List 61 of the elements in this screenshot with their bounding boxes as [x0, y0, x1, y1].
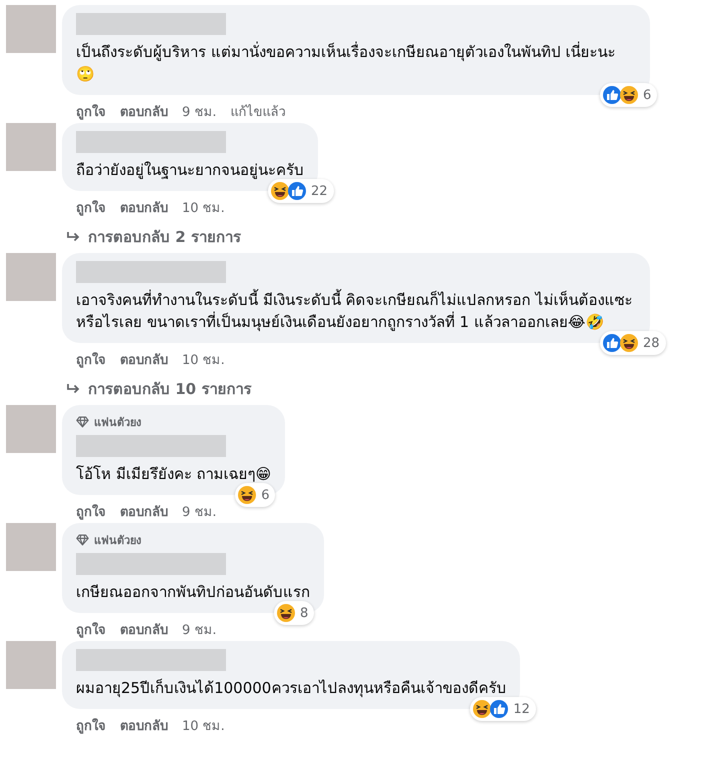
avatar[interactable]	[6, 523, 56, 571]
comment-text: ผมอายุ25ปีเก็บเงินได้100000ควรเอาไปลงทุนหรือคืนเจ้าของดีครับ	[76, 678, 506, 699]
comment-text: เกษียณออกจากพันทิปก่อนอันดับแรก	[76, 582, 310, 603]
like-link[interactable]: ถูกใจ	[76, 715, 106, 737]
avatar[interactable]	[6, 123, 56, 171]
thumbs-up-icon	[602, 85, 622, 105]
view-replies-link[interactable]: การตอบกลับ 2 รายการ	[88, 225, 241, 249]
reaction-count: 6	[643, 88, 652, 102]
laughing-face-icon	[270, 181, 290, 201]
comment-text: ถือว่ายังอยู่ในฐานะยากจนอยู่นะครับ	[76, 160, 304, 181]
reaction-count: 8	[300, 606, 308, 620]
reply-link[interactable]: ตอบกลับ	[120, 197, 168, 219]
laughing-face-icon	[472, 699, 492, 719]
fan-badge-label: แฟนตัวยง	[94, 533, 141, 549]
timestamp[interactable]: 9 ชม.	[182, 101, 217, 123]
timestamp[interactable]: 9 ชม.	[182, 501, 217, 523]
thumbs-up-icon	[287, 181, 307, 201]
laughing-face-icon	[619, 85, 639, 105]
comment-text: เอาจริงคนที่ทำงานในระดับนี้ มีเงินระดับนี้ คิดจะเกษียณก็ไม่แปลกหรอก ไม่เห็นต้องแซะหรือไรเลย ขนาดเราที่เป็นมนุษย์เงินเดือนยังอยากถูกรางวัลที่ 1 แล้วลาออกเลย😂🤣	[76, 289, 634, 333]
reaction-summary[interactable]: 8	[274, 601, 314, 625]
timestamp[interactable]: 9 ชม.	[182, 619, 217, 641]
reaction-summary[interactable]: 6	[235, 483, 276, 507]
reaction-summary[interactable]: 6	[600, 83, 658, 107]
like-link[interactable]: ถูกใจ	[76, 501, 106, 523]
reply-link[interactable]: ตอบกลับ	[120, 715, 168, 737]
reaction-count: 28	[643, 336, 660, 350]
avatar[interactable]	[6, 641, 56, 689]
edited-label: แก้ไขแล้ว	[230, 103, 286, 122]
thumbs-up-icon	[489, 699, 510, 719]
reply-arrow-icon	[66, 231, 80, 243]
fan-badge-label: แฟนตัวยง	[94, 415, 141, 431]
like-link[interactable]: ถูกใจ	[76, 197, 106, 219]
comment-text: โอ้โห มีเมียรึยังคะ ถามเฉยๆ😁	[76, 464, 272, 485]
view-replies-link[interactable]: การตอบกลับ 10 รายการ	[88, 377, 252, 401]
like-link[interactable]: ถูกใจ	[76, 349, 106, 371]
reply-link[interactable]: ตอบกลับ	[120, 101, 168, 123]
like-link[interactable]: ถูกใจ	[76, 619, 106, 641]
reaction-summary[interactable]: 28	[600, 331, 666, 355]
timestamp[interactable]: 10 ชม.	[182, 349, 225, 371]
thumbs-up-icon	[602, 333, 622, 353]
reply-link[interactable]: ตอบกลับ	[120, 349, 168, 371]
laughing-face-icon	[237, 485, 258, 505]
reaction-count: 6	[261, 488, 270, 502]
laughing-face-icon	[276, 603, 296, 623]
avatar[interactable]	[6, 253, 56, 301]
comment-text: เป็นถึงระดับผู้บริหาร แต่มานั่งขอความเห็นเรื่องจะเกษียณอายุตัวเองในพันทิป เนี่ยะนะ 🙄	[76, 41, 617, 85]
avatar[interactable]	[6, 405, 56, 453]
laughing-face-icon	[619, 333, 639, 353]
reply-arrow-icon	[66, 383, 80, 395]
reaction-count: 12	[513, 702, 530, 716]
timestamp[interactable]: 10 ชม.	[182, 715, 225, 737]
reaction-count: 22	[311, 184, 328, 198]
diamond-icon	[76, 534, 89, 546]
reply-link[interactable]: ตอบกลับ	[120, 619, 168, 641]
reply-link[interactable]: ตอบกลับ	[120, 501, 168, 523]
reaction-summary[interactable]: 12	[470, 697, 536, 721]
diamond-icon	[76, 416, 89, 428]
avatar[interactable]	[6, 5, 56, 53]
like-link[interactable]: ถูกใจ	[76, 101, 106, 123]
reaction-summary[interactable]: 22	[268, 179, 334, 203]
timestamp[interactable]: 10 ชม.	[182, 197, 225, 219]
